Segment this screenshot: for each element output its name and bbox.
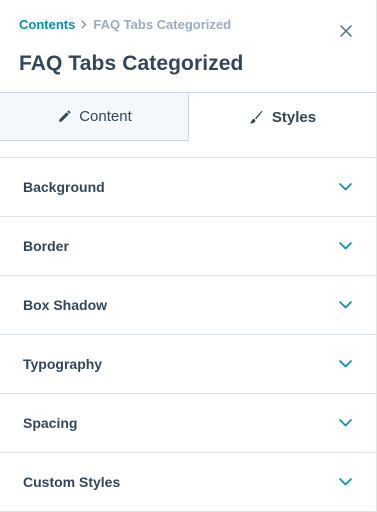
tab-styles[interactable]: Styles: [189, 92, 376, 141]
page-title: FAQ Tabs Categorized: [19, 52, 244, 75]
section-background[interactable]: Background: [0, 158, 376, 217]
section-typography[interactable]: Typography: [0, 335, 376, 394]
chevron-down-icon: [338, 475, 352, 489]
chevron-down-icon: [338, 416, 352, 430]
section-spacing[interactable]: Spacing: [0, 394, 376, 453]
panel-header: Contents FAQ Tabs Categorized FAQ Tabs C…: [0, 0, 376, 92]
pencil-icon: [56, 109, 71, 124]
chevron-down-icon: [338, 180, 352, 194]
section-label: Border: [23, 238, 69, 254]
brush-icon: [249, 110, 264, 125]
chevron-down-icon: [338, 357, 352, 371]
close-button[interactable]: [338, 23, 354, 39]
section-label: Custom Styles: [23, 474, 121, 490]
section-label: Box Shadow: [23, 297, 108, 313]
tab-content-label: Content: [79, 108, 132, 125]
chevron-down-icon: [338, 239, 352, 253]
section-box-shadow[interactable]: Box Shadow: [0, 276, 376, 335]
section-label: Typography: [23, 356, 103, 372]
section-custom-styles[interactable]: Custom Styles: [0, 453, 376, 512]
close-icon: [340, 25, 352, 37]
section-border[interactable]: Border: [0, 217, 376, 276]
chevron-right-icon: [81, 20, 87, 29]
breadcrumb-current: FAQ Tabs Categorized: [93, 17, 232, 32]
editor-tabs: Content Styles: [0, 92, 376, 141]
section-label: Background: [23, 179, 105, 195]
style-editor-panel: Contents FAQ Tabs Categorized FAQ Tabs C…: [0, 0, 377, 512]
breadcrumb: Contents FAQ Tabs Categorized: [19, 17, 231, 32]
chevron-down-icon: [338, 298, 352, 312]
section-label: Spacing: [23, 415, 78, 431]
breadcrumb-contents-link[interactable]: Contents: [19, 17, 75, 32]
tab-styles-label: Styles: [271, 108, 317, 126]
tab-content[interactable]: Content: [0, 92, 189, 141]
style-sections-list: Background Border Box Shadow Typography …: [0, 157, 376, 512]
